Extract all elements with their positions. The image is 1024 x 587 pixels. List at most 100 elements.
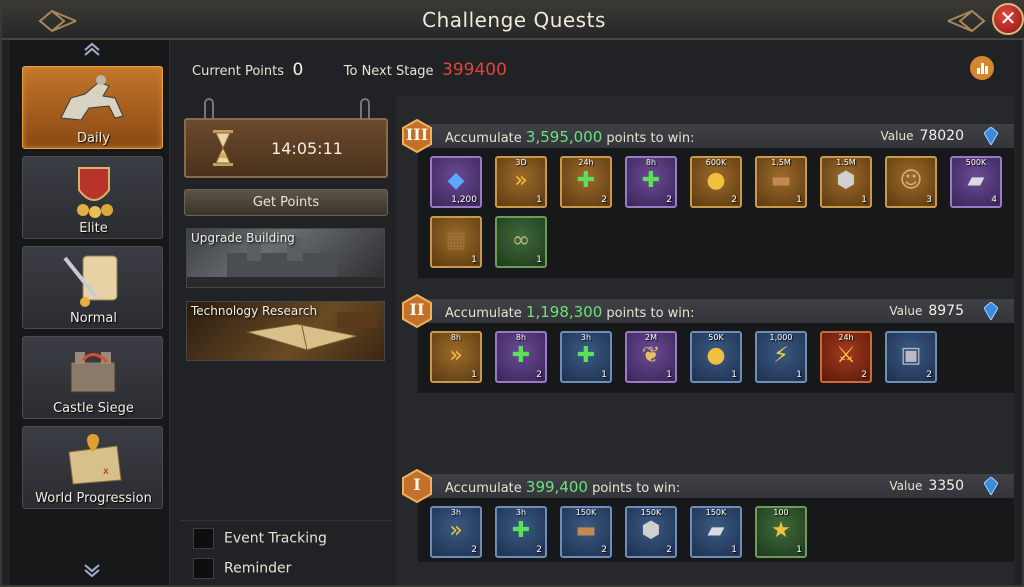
reward-item[interactable]: ▬ 1.5M 1 bbox=[755, 156, 807, 208]
task-upgrade-building[interactable]: Upgrade Building bbox=[186, 228, 385, 288]
tier-roman: II bbox=[409, 300, 425, 319]
reward-item[interactable]: ⚡ 1,000 1 bbox=[755, 331, 807, 383]
reward-item[interactable]: » 3h 2 bbox=[430, 506, 482, 558]
task-technology-research[interactable]: Technology Research bbox=[186, 301, 385, 361]
reward-quantity: 2 bbox=[601, 195, 607, 205]
value-label: Value bbox=[889, 479, 923, 493]
reward-quantity: 1 bbox=[796, 545, 802, 555]
reward-item[interactable]: ⚔ 24h 2 bbox=[820, 331, 872, 383]
reward-item[interactable]: ▣ 2 bbox=[885, 331, 937, 383]
reward-item[interactable]: ✚ 8h 2 bbox=[625, 156, 677, 208]
reward-item[interactable]: ✚ 8h 2 bbox=[495, 331, 547, 383]
stone-icon: ⬢ bbox=[836, 168, 856, 193]
reward-item[interactable]: ✚ 24h 2 bbox=[560, 156, 612, 208]
tier-badge: I bbox=[400, 469, 434, 503]
reward-amount-tag: 150K bbox=[575, 508, 597, 517]
reward-amount-tag: 150K bbox=[705, 508, 727, 517]
tier-prefix: Accumulate bbox=[445, 481, 522, 496]
reward-item[interactable]: ● 600K 2 bbox=[690, 156, 742, 208]
tier-roman: I bbox=[413, 475, 421, 494]
reward-quantity: 1 bbox=[731, 545, 737, 555]
reward-quantity: 2 bbox=[601, 545, 607, 555]
tier-badge: II bbox=[400, 294, 434, 328]
tier-1: I Accumulate 399,400 points to win: Valu… bbox=[402, 469, 1014, 562]
reward-item[interactable]: ✚ 3h 2 bbox=[495, 506, 547, 558]
reward-item[interactable]: » 8h 1 bbox=[430, 331, 482, 383]
sign-hook bbox=[204, 98, 214, 120]
reward-item[interactable]: ☺ 3 bbox=[885, 156, 937, 208]
reward-quantity: 1 bbox=[471, 255, 477, 265]
reward-item[interactable]: ∞ 1 bbox=[495, 216, 547, 268]
reward-item[interactable]: » 3D 1 bbox=[495, 156, 547, 208]
rope-icon: ∞ bbox=[511, 228, 531, 253]
reward-quantity: 1 bbox=[796, 370, 802, 380]
speedup-icon: » bbox=[449, 518, 463, 543]
tier-header: II Accumulate 1,198,300 points to win: V… bbox=[402, 294, 1014, 328]
reward-item[interactable]: ▰ 500K 4 bbox=[950, 156, 1002, 208]
reward-item[interactable]: ▬ 150K 2 bbox=[560, 506, 612, 558]
reminder-option[interactable]: Reminder bbox=[193, 558, 291, 580]
reward-amount-tag: 3h bbox=[580, 333, 592, 342]
gold-coins-icon: ● bbox=[706, 343, 726, 368]
svg-text:x: x bbox=[103, 466, 109, 477]
value-number: 78020 bbox=[919, 128, 964, 144]
reward-quantity: 2 bbox=[471, 545, 477, 555]
sidebar-item-label: World Progression bbox=[35, 491, 152, 506]
event-timer: 14:05:11 bbox=[184, 98, 388, 178]
healing-icon: ✚ bbox=[641, 168, 661, 193]
tier-value: Value 3350 bbox=[889, 478, 964, 494]
reward-quantity: 2 bbox=[666, 195, 672, 205]
tier-requirement: Accumulate 1,198,300 points to win: bbox=[445, 303, 695, 321]
reward-item[interactable]: ★ 100 1 bbox=[755, 506, 807, 558]
gem-icon bbox=[984, 302, 998, 320]
ranking-button[interactable] bbox=[970, 56, 994, 80]
event-tracking-option[interactable]: Event Tracking bbox=[193, 528, 327, 550]
scroll-up-button[interactable] bbox=[82, 42, 102, 56]
sidebar-item-normal[interactable]: Normal bbox=[22, 246, 163, 329]
get-points-button[interactable]: Get Points bbox=[184, 189, 388, 216]
sidebar-item-label: Castle Siege bbox=[53, 401, 134, 416]
tier-points: 3,595,000 bbox=[525, 128, 603, 146]
tier-3: III Accumulate 3,595,000 points to win: … bbox=[402, 119, 1014, 278]
sidebar-item-elite[interactable]: Elite bbox=[22, 156, 163, 239]
sidebar-item-castle-siege[interactable]: Castle Siege bbox=[22, 336, 163, 419]
sidebar-item-world-progression[interactable]: x World Progression bbox=[22, 426, 163, 509]
reward-quantity: 2 bbox=[666, 545, 672, 555]
reward-item[interactable]: ● 50K 1 bbox=[690, 331, 742, 383]
sign-hook bbox=[360, 98, 370, 120]
reward-item[interactable]: ◆ 1,200 bbox=[430, 156, 482, 208]
hourglass-icon bbox=[213, 130, 233, 166]
title-bar: Challenge Quests ✕ bbox=[2, 2, 1024, 40]
wood-crate-icon: ▦ bbox=[445, 228, 467, 253]
knight-rider-icon bbox=[60, 75, 124, 121]
hero-portrait-icon: ☺ bbox=[899, 168, 923, 193]
reminder-checkbox[interactable] bbox=[193, 558, 214, 579]
reward-item[interactable]: ▦ 1 bbox=[430, 216, 482, 268]
reward-item[interactable]: ✚ 3h 1 bbox=[560, 331, 612, 383]
reminder-label: Reminder bbox=[224, 560, 292, 577]
tier-requirement: Accumulate 399,400 points to win: bbox=[445, 478, 680, 496]
chevron-down-icon bbox=[84, 564, 100, 578]
reward-item[interactable]: ▰ 150K 1 bbox=[690, 506, 742, 558]
event-tracking-checkbox[interactable] bbox=[193, 528, 214, 549]
reward-item[interactable]: ⬢ 1.5M 1 bbox=[820, 156, 872, 208]
close-button[interactable]: ✕ bbox=[992, 3, 1024, 35]
tier-2: II Accumulate 1,198,300 points to win: V… bbox=[402, 294, 1014, 393]
reward-item[interactable]: ⬢ 150K 2 bbox=[625, 506, 677, 558]
scroll-sword-icon bbox=[63, 255, 118, 307]
tier-header: III Accumulate 3,595,000 points to win: … bbox=[402, 119, 1014, 153]
tier-prefix: Accumulate bbox=[445, 131, 522, 146]
healing-icon: ✚ bbox=[576, 168, 596, 193]
vip-star-icon: ★ bbox=[771, 518, 791, 543]
reward-amount-tag: 1.5M bbox=[836, 158, 856, 167]
sidebar-item-daily[interactable]: Daily bbox=[22, 66, 163, 149]
sidebar-item-label: Daily bbox=[77, 131, 110, 146]
reward-amount-tag: 50K bbox=[708, 333, 724, 342]
iron-block-icon: ▣ bbox=[900, 343, 922, 368]
map-pin-icon: x bbox=[68, 434, 122, 485]
chevron-up-icon bbox=[84, 42, 100, 56]
scroll-down-button[interactable] bbox=[82, 564, 102, 578]
reward-item[interactable]: ❦ 2M 1 bbox=[625, 331, 677, 383]
tier-badge: III bbox=[400, 119, 434, 153]
iron-ingot-icon: ▰ bbox=[967, 168, 985, 193]
